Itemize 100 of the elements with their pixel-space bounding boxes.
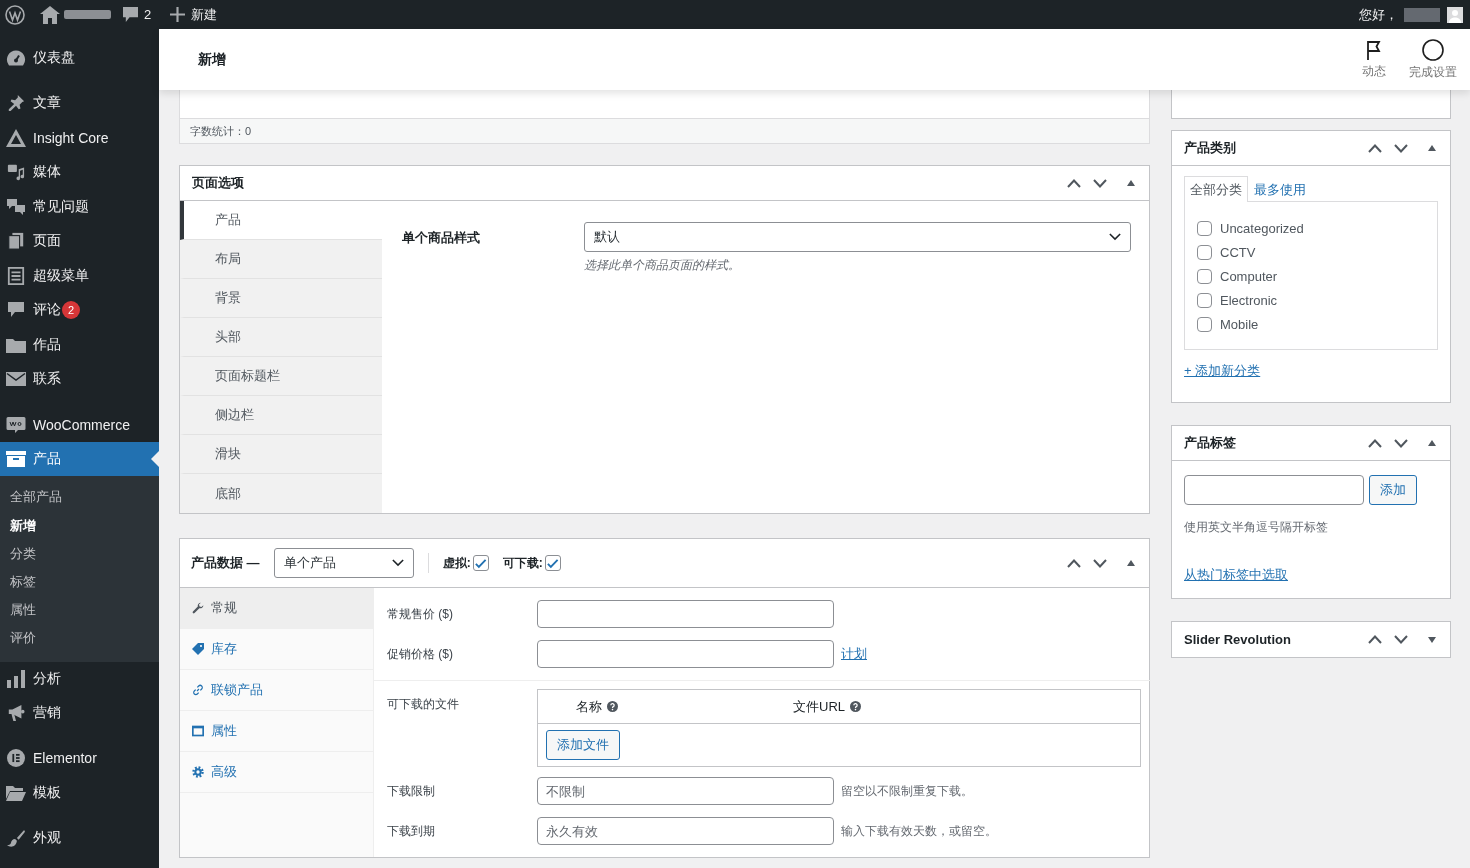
chevron-down-icon[interactable] [1093,178,1107,188]
sidebar-item[interactable]: 媒体 [0,155,159,190]
chevron-down-icon[interactable] [1394,438,1408,448]
side-tab[interactable]: 常规 [180,588,373,629]
submenu-item[interactable]: 评价 [0,624,159,653]
popular-tags-link[interactable]: 从热门标签中选取 [1184,566,1288,584]
help-icon[interactable] [850,701,861,712]
help-icon[interactable] [607,701,618,712]
input-field[interactable] [537,640,834,668]
sidebar-item[interactable]: 作品 [0,327,159,363]
toolbar-button[interactable]: 动态 [1358,39,1390,80]
hint-text: 使用英文半角逗号隔开标签 [1184,519,1328,536]
add-category-link[interactable]: + 添加新分类 [1184,362,1261,380]
sidebar-item[interactable]: 超级菜单 [0,258,159,294]
checkbox[interactable] [1197,292,1212,308]
checkbox[interactable] [1197,245,1212,261]
input-field[interactable]: 不限制 [537,777,834,805]
sidebar-item[interactable]: Elementor [0,741,159,776]
circle-icon[interactable] [1422,38,1444,61]
submenu-item[interactable]: 全部产品 [0,483,159,512]
tab[interactable]: 最多使用 [1248,176,1312,202]
chevron-up-icon[interactable] [1368,635,1382,644]
greeting-text[interactable]: 您好， [1359,5,1398,24]
sidebar-item[interactable]: 评论 2 [0,293,159,328]
schedule-link[interactable]: 计划 [841,645,867,663]
checkbox[interactable] [544,555,561,571]
chevron-up-icon[interactable] [1368,143,1382,153]
comment-count[interactable]: 2 [144,7,152,22]
plus-icon[interactable] [170,7,186,22]
circle-logo-icon [6,749,26,768]
sidebar-item[interactable]: Insight Core [0,120,159,156]
submenu-item[interactable]: 新增 [0,511,159,540]
select-field[interactable]: 默认 [584,222,1131,252]
add-tag-button[interactable]: 添加 [1369,475,1417,505]
checkbox[interactable] [1197,316,1212,332]
new-link[interactable]: 新建 [191,5,218,24]
triangle-down-icon[interactable] [1428,636,1436,643]
gauge-icon [6,49,26,68]
wrench-icon [192,602,204,614]
triangle-up-icon[interactable] [1127,560,1135,566]
flag-icon[interactable] [1366,39,1382,60]
side-tab[interactable]: 滑块 [180,435,382,474]
submenu-item[interactable]: 分类 [0,539,159,568]
triangle-up-icon[interactable] [1428,440,1436,446]
checkbox-label: Uncategorized [1220,221,1304,237]
field-label: 下载到期 [387,823,435,838]
sidebar-item[interactable]: WooCommerce [0,407,159,442]
sidebar-item[interactable]: 页面 [0,224,159,259]
sidebar-item[interactable]: 产品 [0,441,159,477]
side-tab[interactable]: 背景 [180,279,382,318]
comment-icon[interactable] [123,7,138,22]
select-field[interactable]: 单个产品 [273,548,414,578]
submenu-item[interactable]: 属性 [0,596,159,625]
side-tab[interactable]: 侧边栏 [180,396,382,435]
checkbox[interactable] [472,555,489,571]
side-tab[interactable]: 属性 [180,711,373,752]
chevron-down-icon[interactable] [1394,635,1408,644]
sidebar-item[interactable]: 仪表盘 [0,41,159,76]
home-icon[interactable] [40,4,60,25]
sidebar-item[interactable]: 外观 [0,820,159,856]
add-file-button[interactable]: 添加文件 [546,730,620,760]
card-title: 产品类别 [1184,139,1236,157]
option-label: 可下载: [502,554,543,572]
checkbox-label: Mobile [1220,316,1259,332]
side-tab[interactable]: 页面标题栏 [180,357,382,396]
sidebar-item[interactable]: 常见问题 [0,189,159,225]
card-title: Slider Revolution [1184,632,1291,647]
sidebar-item[interactable]: 联系 [0,362,159,397]
sidebar-item[interactable]: 文章 [0,86,159,121]
side-tab[interactable]: 高级 [180,752,373,793]
chevron-up-icon[interactable] [1067,558,1081,568]
avatar-icon[interactable] [1447,6,1463,23]
chevron-up-icon[interactable] [1368,438,1382,448]
sidebar-item[interactable]: 营销 [0,696,159,731]
side-tab[interactable]: 底部 [180,474,382,513]
toolbar-button[interactable]: 完成设置 [1405,38,1461,81]
sidebar-item[interactable]: 分析 [0,661,159,696]
side-tab[interactable]: 头部 [180,318,382,357]
triangle-up-icon[interactable] [1428,145,1436,151]
side-tab[interactable]: 产品 [180,201,382,240]
status-bar: 字数统计：0 [179,119,1150,144]
submenu-item[interactable]: 标签 [0,567,159,597]
megaphone-icon [6,704,26,723]
input-field[interactable] [537,600,834,628]
logo-icon[interactable] [5,4,25,25]
side-tab[interactable]: 库存 [180,629,373,670]
side-tab[interactable]: 联锁产品 [180,670,373,711]
input-field[interactable] [1184,475,1364,505]
chevron-down-icon[interactable] [1093,558,1107,568]
chevron-down-icon[interactable] [1394,143,1408,153]
checkbox[interactable] [1197,221,1212,237]
checkbox-label: CCTV [1220,245,1256,261]
side-tab[interactable]: 布局 [180,240,382,279]
checkbox[interactable] [1197,269,1212,284]
chevron-down-icon [1109,233,1121,241]
triangle-up-icon[interactable] [1127,180,1135,186]
tab[interactable]: 全部分类 [1184,176,1248,202]
sidebar-item[interactable]: 模板 [0,775,159,811]
chevron-up-icon[interactable] [1067,178,1081,188]
input-field[interactable]: 永久有效 [537,817,834,845]
